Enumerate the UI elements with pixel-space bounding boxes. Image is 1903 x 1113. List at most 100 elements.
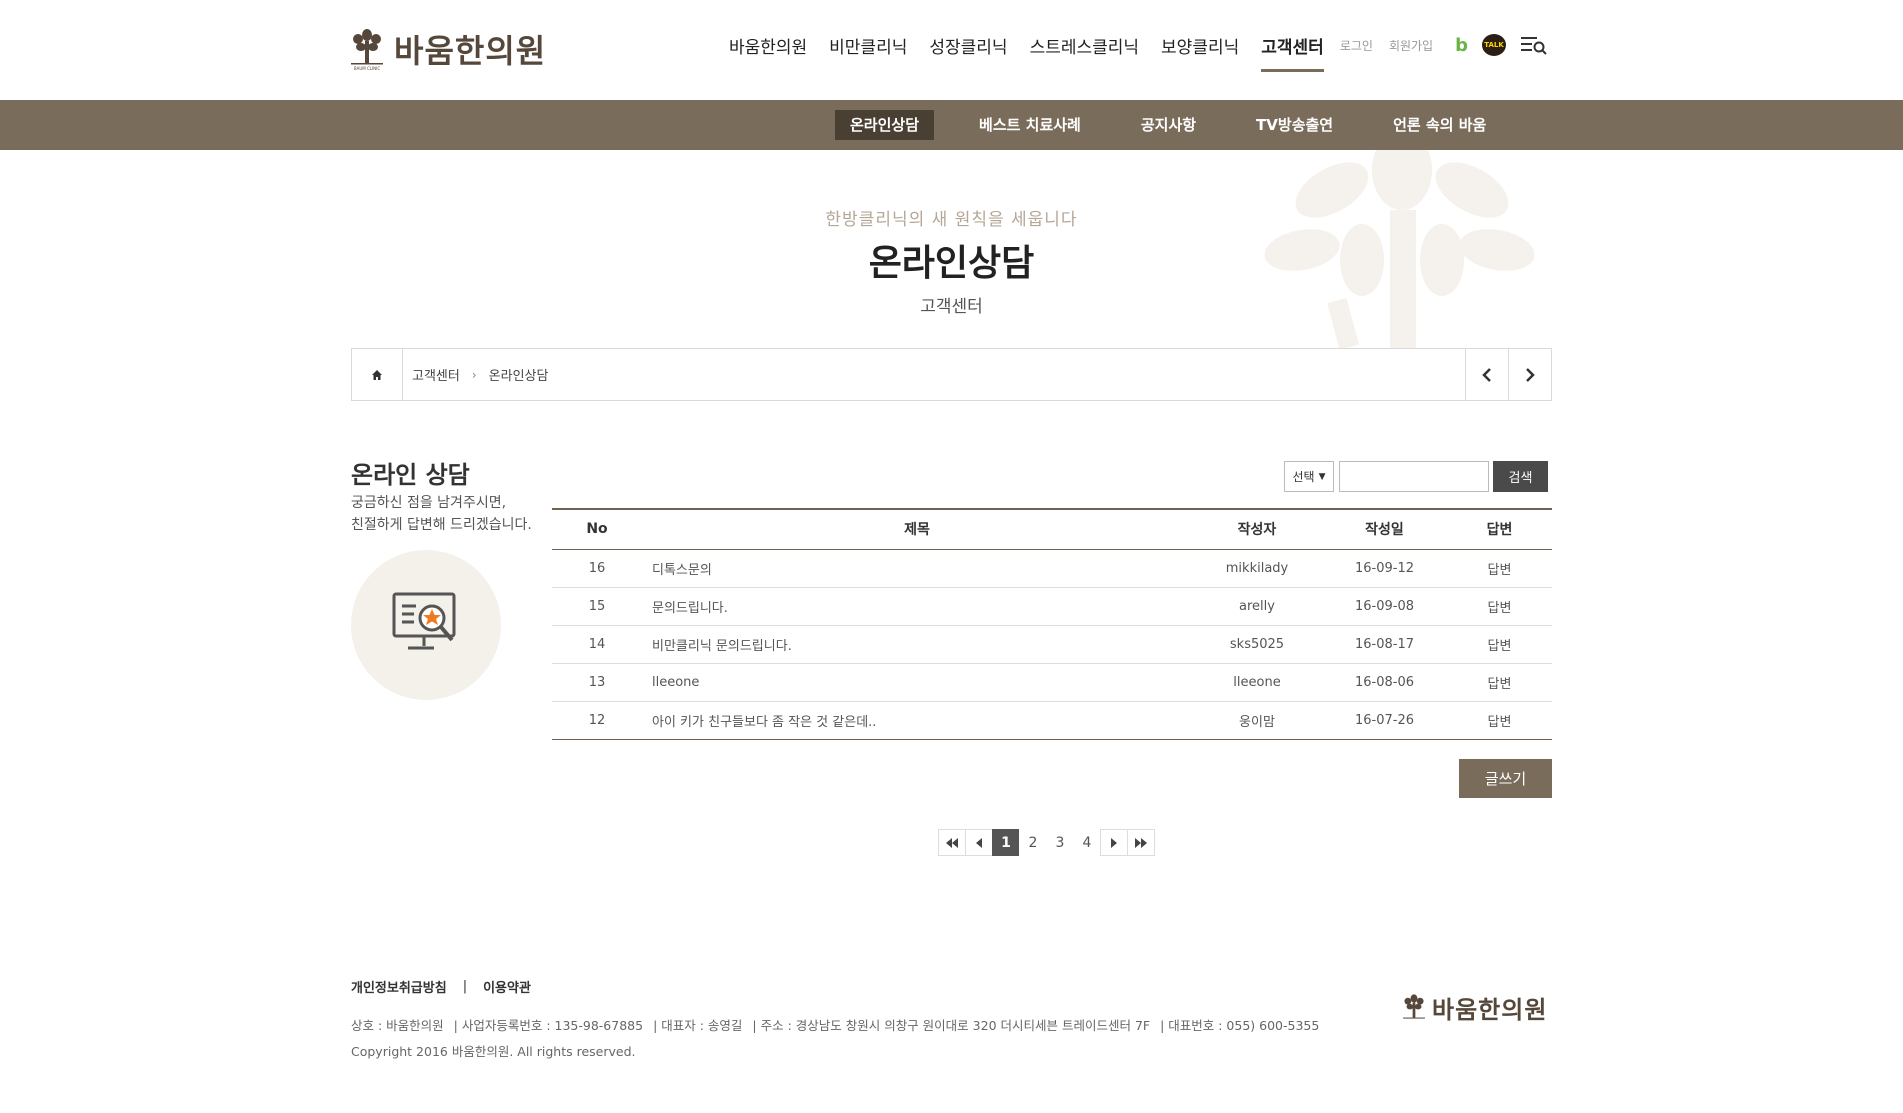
cell-author: arelly (1192, 587, 1322, 626)
cell-date: 16-07-26 (1322, 701, 1447, 740)
blog-icon[interactable]: b (1455, 35, 1468, 56)
logo[interactable]: BAUM CLINIC 바움한의원 (350, 26, 546, 72)
nav-item-growth[interactable]: 성장클리닉 (929, 33, 1007, 58)
cell-author: 웅이맘 (1192, 701, 1322, 740)
login-link[interactable]: 로그인 (1340, 37, 1373, 54)
search-bar: 선택 ▼ 검색 (1284, 461, 1548, 492)
cell-date: 16-08-06 (1322, 663, 1447, 702)
table-row[interactable]: 15 문의드립니다. arelly 16-09-08 답변 (552, 587, 1552, 626)
nav-item-stress[interactable]: 스트레스클리닉 (1030, 33, 1139, 58)
write-button[interactable]: 글쓰기 (1459, 759, 1552, 798)
cell-reply: 답변 (1447, 587, 1552, 626)
next-arrow-icon[interactable] (1508, 349, 1551, 400)
pagination: 1 2 3 4 (938, 829, 1155, 856)
footer-tel: | 대표번호 : 055) 600-5355 (1160, 1018, 1320, 1033)
footer-copyright: Copyright 2016 바움한의원. All rights reserve… (351, 1044, 636, 1059)
search-button[interactable]: 검색 (1493, 461, 1548, 492)
cell-title-link[interactable]: 비만클리닉 문의드립니다. (642, 625, 1192, 664)
join-link[interactable]: 회원가입 (1389, 37, 1433, 54)
cell-author: sks5025 (1192, 625, 1322, 664)
section-desc-1: 궁금하신 점을 남겨주시면, (351, 495, 507, 511)
next-page-icon[interactable] (1100, 829, 1128, 856)
footer-logo: 바움한의원 (1402, 990, 1547, 1025)
header-no: No (552, 508, 642, 550)
footer-links: 개인정보취급방침 | 이용약관 (351, 977, 531, 996)
cell-no: 13 (552, 663, 642, 702)
cell-title-link[interactable]: lleeone (642, 663, 1192, 702)
subnav-item-online[interactable]: 온라인상담 (835, 110, 935, 140)
prev-arrow-icon[interactable] (1465, 349, 1508, 400)
hero-slogan: 한방클리닉의 새 원칙을 세웁니다 (825, 210, 1078, 230)
privacy-link[interactable]: 개인정보취급방침 (351, 977, 447, 996)
monitor-search-icon (392, 592, 456, 650)
main-nav: 바움한의원 비만클리닉 성장클리닉 스트레스클리닉 보양클리닉 고객센터 로그인… (707, 30, 1548, 72)
page-title: 온라인상담 (868, 243, 1035, 284)
menu-search-icon[interactable] (1520, 35, 1548, 55)
nav-item-customer[interactable]: 고객센터 (1261, 33, 1324, 72)
header-reply: 답변 (1447, 508, 1552, 550)
cell-title-link[interactable]: 디톡스문의 (642, 549, 1192, 588)
home-icon[interactable] (352, 349, 403, 400)
chevron-right-icon: › (471, 367, 477, 382)
subnav-item-notice[interactable]: 공지사항 (1126, 110, 1211, 140)
page-1[interactable]: 1 (992, 829, 1020, 856)
cell-no: 16 (552, 549, 642, 588)
svg-text:BAUM CLINIC: BAUM CLINIC (354, 66, 381, 71)
footer-bizno: | 사업자등록번호 : 135-98-67885 (453, 1018, 644, 1033)
sub-nav: 온라인상담 베스트 치료사례 공지사항 TV방송출연 언론 속의 바움 (0, 100, 1903, 150)
last-page-icon[interactable] (1127, 829, 1155, 856)
cell-date: 16-09-08 (1322, 587, 1447, 626)
search-input[interactable] (1339, 461, 1489, 492)
footer-ceo: | 대표자 : 송영길 (653, 1018, 743, 1033)
table-row[interactable]: 13 lleeone lleeone 16-08-06 답변 (552, 663, 1552, 702)
footer-address: | 주소 : 경상남도 창원시 의창구 원이대로 320 더시티세븐 트레이드센… (752, 1018, 1151, 1033)
subnav-item-tv[interactable]: TV방송출연 (1241, 110, 1348, 140)
first-page-icon[interactable] (938, 829, 966, 856)
caret-down-icon: ▼ (1318, 471, 1326, 482)
cell-reply: 답변 (1447, 625, 1552, 664)
footer-company: 상호 : 바움한의원 (351, 1018, 444, 1033)
nav-item-baum[interactable]: 바움한의원 (729, 33, 807, 58)
logo-text: 바움한의원 (394, 32, 547, 70)
consult-illustration (351, 550, 501, 700)
cell-reply: 답변 (1447, 663, 1552, 702)
nav-item-tonic[interactable]: 보양클리닉 (1161, 33, 1239, 58)
cell-title-link[interactable]: 문의드립니다. (642, 587, 1192, 626)
header-author: 작성자 (1192, 508, 1322, 550)
search-category-select[interactable]: 선택 ▼ (1284, 461, 1334, 492)
cell-date: 16-08-17 (1322, 625, 1447, 664)
cell-no: 14 (552, 625, 642, 664)
cell-author: lleeone (1192, 663, 1322, 702)
header-date: 작성일 (1322, 508, 1447, 550)
section-desc-2: 친절하게 답변해 드리겠습니다. (351, 517, 532, 533)
kakaotalk-icon[interactable]: TALK (1482, 34, 1506, 56)
breadcrumb: 고객센터 › 온라인상담 (351, 348, 1552, 401)
subnav-item-press[interactable]: 언론 속의 바움 (1378, 110, 1501, 140)
page-4[interactable]: 4 (1073, 829, 1101, 856)
header: BAUM CLINIC 바움한의원 바움한의원 비만클리닉 성장클리닉 스트레스… (0, 0, 1903, 100)
table-header-row: No 제목 작성자 작성일 답변 (552, 508, 1552, 550)
footer-divider: | (462, 979, 468, 994)
header-title: 제목 (642, 508, 1192, 550)
board-table: No 제목 작성자 작성일 답변 16 디톡스문의 mikkilady 16-0… (552, 508, 1552, 740)
subnav-item-best[interactable]: 베스트 치료사례 (964, 110, 1096, 140)
table-row[interactable]: 16 디톡스문의 mikkilady 16-09-12 답변 (552, 549, 1552, 588)
page-2[interactable]: 2 (1019, 829, 1047, 856)
side-intro: 온라인 상담 궁금하신 점을 남겨주시면, 친절하게 답변해 드리겠습니다. (351, 455, 551, 700)
breadcrumb-level1[interactable]: 고객센터 (412, 365, 460, 384)
prev-page-icon[interactable] (965, 829, 993, 856)
hero: 한방클리닉의 새 원칙을 세웁니다 온라인상담 고객센터 (0, 205, 1903, 317)
section-title: 온라인 상담 (351, 461, 470, 489)
cell-title-link[interactable]: 아이 키가 친구들보다 좀 작은 것 같은데.. (642, 701, 1192, 740)
breadcrumb-level2[interactable]: 온라인상담 (489, 365, 549, 384)
footer-logo-text: 바움한의원 (1432, 996, 1548, 1024)
table-row[interactable]: 14 비만클리닉 문의드립니다. sks5025 16-08-17 답변 (552, 625, 1552, 664)
cell-no: 15 (552, 587, 642, 626)
cell-date: 16-09-12 (1322, 549, 1447, 588)
terms-link[interactable]: 이용약관 (483, 977, 531, 996)
footer-info: 상호 : 바움한의원 | 사업자등록번호 : 135-98-67885 | 대표… (351, 1015, 1329, 1034)
table-row[interactable]: 12 아이 키가 친구들보다 좀 작은 것 같은데.. 웅이맘 16-07-26… (552, 701, 1552, 740)
nav-item-obesity[interactable]: 비만클리닉 (829, 33, 907, 58)
cell-reply: 답변 (1447, 701, 1552, 740)
page-3[interactable]: 3 (1046, 829, 1074, 856)
